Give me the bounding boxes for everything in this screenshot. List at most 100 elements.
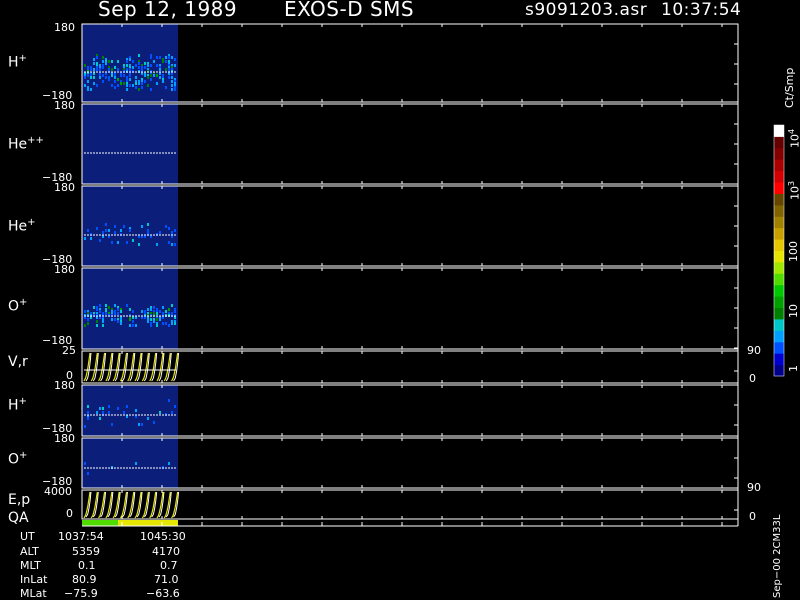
oplus2-pixel <box>87 472 89 475</box>
oplus-pixel <box>129 324 131 327</box>
hplus-pixel <box>147 76 149 79</box>
hplus-pixel <box>105 62 107 65</box>
oplus-pixel <box>84 324 86 327</box>
qa-bar-good <box>82 520 118 526</box>
hplus-pixel <box>117 68 119 71</box>
hep-pixel <box>105 229 107 232</box>
ephem-v2-mlat: −63.6 <box>146 587 180 600</box>
oplus-pixel <box>135 324 137 327</box>
colorbar-swatch <box>774 284 784 297</box>
oplus-pixel <box>168 308 170 311</box>
colorbar-tick-10000: 104 <box>787 128 800 148</box>
hplus-pixel <box>144 62 146 65</box>
oplus-pixel <box>147 308 149 311</box>
plot-title-instrument: EXOS-D SMS <box>284 0 415 21</box>
hplus2-pixel <box>138 423 140 426</box>
hplus-pixel <box>105 76 107 79</box>
hep-ytop: 180 <box>54 181 75 194</box>
colorbar-swatch <box>774 193 784 206</box>
panel-label-hep: He+ <box>8 217 36 235</box>
ephem-name-ut: UT <box>20 530 35 543</box>
oplus-pixel <box>174 322 176 325</box>
hplus-pixel <box>126 60 128 63</box>
hplus-pixel <box>87 80 89 83</box>
hep-pixel <box>129 229 131 232</box>
hep-pixel <box>168 241 170 244</box>
hepp-frame <box>81 103 739 185</box>
ephem-v1-alt: 5359 <box>72 545 100 558</box>
hplus-pixel <box>129 78 131 81</box>
oplus-pixel <box>99 304 101 307</box>
hep-pixel <box>111 241 113 244</box>
colorbar-swatch <box>774 330 784 343</box>
hplus-pixel <box>150 74 152 77</box>
oplus-pixel <box>159 318 161 321</box>
hplus-pixel <box>99 76 101 79</box>
colorbar-swatch <box>774 307 784 320</box>
hplus-pixel <box>144 66 146 69</box>
hplus-pixel <box>93 58 95 61</box>
hplus-pixel <box>102 74 104 77</box>
oplus-pixel <box>150 308 152 311</box>
oplus-pixel <box>114 312 116 315</box>
hplus-pixel <box>174 58 176 61</box>
colorbar-swatch <box>774 296 784 308</box>
colorbar-tick-1: 1 <box>787 365 800 372</box>
oplus-pixel <box>126 304 128 307</box>
oplus-pixel <box>105 304 107 307</box>
oplus-pixel <box>117 320 119 323</box>
panel-label-oplus2: O+ <box>8 450 28 468</box>
hplus-pixel <box>114 86 116 89</box>
hplus-pixel <box>111 60 113 63</box>
colorbar-swatch <box>774 204 784 217</box>
colorbar-swatch <box>774 170 784 183</box>
qa-bar-warn <box>118 520 178 526</box>
oplus-pixel <box>93 306 95 309</box>
hplus-pixel <box>153 60 155 63</box>
hplus-pixel <box>132 66 134 69</box>
hplus-pixel <box>93 62 95 65</box>
oplus-pixel <box>171 322 173 325</box>
hplus2-pixel <box>102 407 104 410</box>
hplus-pixel <box>132 60 134 63</box>
oplus-pixel <box>129 308 131 311</box>
oplus-pixel <box>102 320 104 323</box>
ephem-name-alt: ALT <box>20 545 39 558</box>
spectrogram-plot <box>81 23 785 527</box>
colorbar-swatch <box>774 250 784 263</box>
hplus2-pixel <box>123 411 125 414</box>
oplus-pixel <box>165 322 167 325</box>
hplus-pixel <box>102 80 104 83</box>
oplus-pixel <box>141 310 143 313</box>
oplus-pixel <box>96 324 98 327</box>
oplus2-pixel <box>84 462 86 465</box>
hplus-pixel <box>111 74 113 77</box>
hplus-pixel <box>111 84 113 87</box>
hplus-pixel <box>111 68 113 71</box>
hplus2-pixel <box>135 409 137 412</box>
vr-rtop: 90 <box>747 344 761 357</box>
hplus-pixel <box>87 74 89 77</box>
oplus-frame <box>81 267 739 350</box>
hep-pixel <box>132 239 134 242</box>
oplus-pixel <box>87 318 89 321</box>
hplus-pixel <box>141 82 143 85</box>
hepp-ytop: 180 <box>54 99 75 112</box>
panel-label-ep: E,p <box>8 492 31 508</box>
hplus-pixel <box>108 78 110 81</box>
panel-label-hplus2: H+ <box>8 396 27 414</box>
hplus-pixel <box>138 54 140 57</box>
colorbar-swatch <box>774 353 784 366</box>
hep-pixel <box>159 231 161 234</box>
hplus2-frame <box>81 384 739 437</box>
panel-label-hplus: H+ <box>8 53 27 71</box>
hplus-pixel <box>87 88 89 91</box>
oplus-pixel <box>114 318 116 321</box>
hep-pixel <box>141 225 143 228</box>
plot-title-file: s9091203.asr <box>525 0 648 20</box>
hplus2-pixel <box>87 417 89 420</box>
colorbar-swatch <box>774 319 784 331</box>
hplus-pixel <box>120 82 122 85</box>
hep-pixel <box>102 231 104 234</box>
hplus2-pixel <box>99 417 101 420</box>
